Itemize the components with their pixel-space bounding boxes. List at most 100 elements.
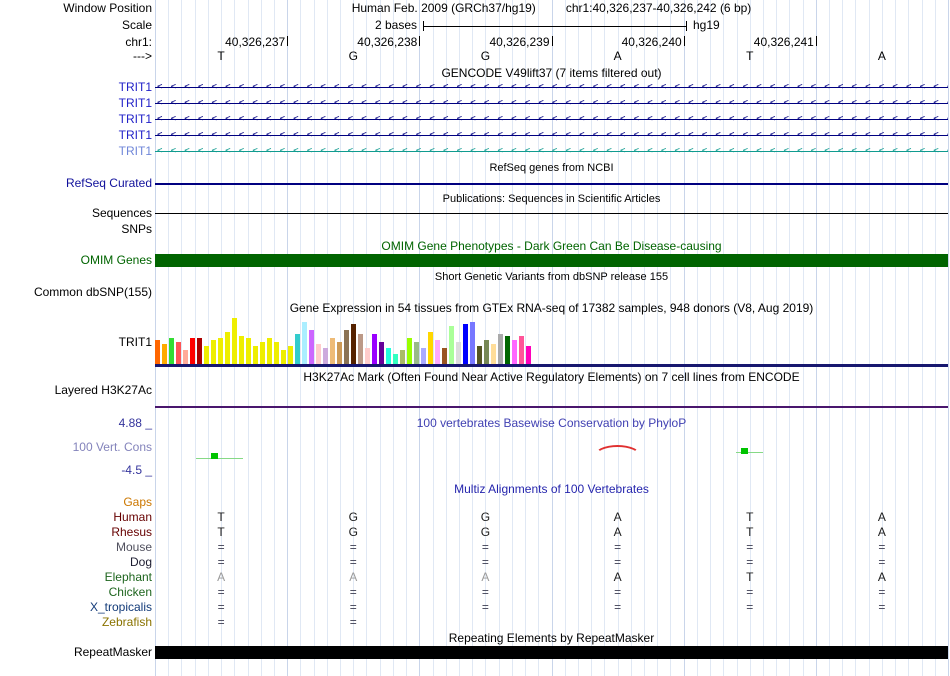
species-label-mouse[interactable]: Mouse	[116, 540, 152, 554]
gtex-tissue-bar[interactable]	[463, 324, 468, 364]
track-label-omim-genes[interactable]: OMIM Genes	[81, 253, 152, 267]
gene-label-trit1[interactable]: TRIT1	[119, 144, 152, 158]
gtex-tissue-bar[interactable]	[274, 342, 279, 364]
track-label-4-88[interactable]: 4.88 _	[119, 416, 152, 430]
gtex-tissue-bar[interactable]	[281, 350, 286, 364]
species-label-elephant[interactable]: Elephant	[105, 570, 152, 584]
gtex-tissue-bar[interactable]	[239, 336, 244, 364]
gtex-tissue-bar[interactable]	[218, 338, 223, 364]
phylop-title[interactable]: 100 vertebrates Basewise Conservation by…	[155, 416, 948, 430]
gtex-tissue-bar[interactable]	[498, 334, 503, 364]
gtex-tissue-bar[interactable]	[225, 332, 230, 364]
gtex-tissue-bar[interactable]	[253, 346, 258, 364]
gtex-tissue-bar[interactable]	[323, 348, 328, 364]
refseq-curated-line[interactable]	[155, 183, 948, 185]
gtex-tissue-bar[interactable]	[421, 348, 426, 364]
gene-transcript-row[interactable]: <<<<<<<<<<<<<<<<<<<<<<<<<<<<<<<<<<<<<<<<…	[155, 143, 948, 159]
repeatmasker-bar[interactable]	[155, 646, 948, 659]
gtex-tissue-bar[interactable]	[267, 338, 272, 364]
gtex-tissue-bar[interactable]	[393, 354, 398, 364]
gtex-tissue-bar[interactable]	[365, 348, 370, 364]
track-label-4-5[interactable]: -4.5 _	[121, 463, 152, 477]
species-label-chicken[interactable]: Chicken	[109, 585, 152, 599]
gtex-tissue-bar[interactable]	[400, 350, 405, 364]
sequences-line[interactable]	[155, 213, 948, 214]
gtex-title[interactable]: Gene Expression in 54 tissues from GTEx …	[155, 301, 948, 315]
gtex-tissue-bar[interactable]	[386, 348, 391, 364]
gtex-tissue-bar[interactable]	[470, 322, 475, 364]
gtex-tissue-bar[interactable]	[246, 338, 251, 364]
gtex-tissue-bar[interactable]	[190, 338, 195, 364]
gene-transcript-row[interactable]: <<<<<<<<<<<<<<<<<<<<<<<<<<<<<<<<<<<<<<<<…	[155, 79, 948, 95]
track-label-trit1[interactable]: TRIT1	[119, 335, 152, 349]
omim-genes-bar[interactable]	[155, 254, 948, 267]
gtex-tissue-bar[interactable]	[435, 340, 440, 364]
publications-title[interactable]: Publications: Sequences in Scientific Ar…	[155, 192, 948, 206]
gtex-tissue-bar[interactable]	[442, 348, 447, 364]
gtex-tissue-bar[interactable]	[414, 342, 419, 364]
gtex-tissue-bar[interactable]	[337, 342, 342, 364]
gtex-tissue-bar[interactable]	[449, 326, 454, 364]
gtex-tissue-bar[interactable]	[155, 340, 160, 364]
gene-transcript-row[interactable]: <<<<<<<<<<<<<<<<<<<<<<<<<<<<<<<<<<<<<<<<…	[155, 111, 948, 127]
gtex-tissue-bar[interactable]	[288, 346, 293, 364]
species-label-rhesus[interactable]: Rhesus	[111, 525, 152, 539]
track-label-layered-h3k27ac[interactable]: Layered H3K27Ac	[55, 383, 152, 397]
omim-title[interactable]: OMIM Gene Phenotypes - Dark Green Can Be…	[155, 239, 948, 253]
gtex-tissue-bar[interactable]	[379, 342, 384, 364]
dbsnp-title[interactable]: Short Genetic Variants from dbSNP releas…	[155, 270, 948, 284]
gtex-tissue-bar[interactable]	[211, 340, 216, 364]
track-label-sequences[interactable]: Sequences	[92, 206, 152, 220]
species-label-gaps[interactable]: Gaps	[123, 495, 152, 509]
gtex-tissue-bar[interactable]	[197, 338, 202, 364]
gtex-tissue-bar[interactable]	[316, 344, 321, 364]
gtex-tissue-bar[interactable]	[505, 336, 510, 364]
gene-label-trit1[interactable]: TRIT1	[119, 128, 152, 142]
h3k27ac-line[interactable]	[155, 406, 948, 408]
gtex-tissue-bar[interactable]	[407, 338, 412, 364]
multiz-title[interactable]: Multiz Alignments of 100 Vertebrates	[155, 482, 948, 496]
gene-label-trit1[interactable]: TRIT1	[119, 96, 152, 110]
gtex-tissue-bar[interactable]	[526, 346, 531, 364]
refseq-title[interactable]: RefSeq genes from NCBI	[155, 161, 948, 175]
gtex-tissue-bar[interactable]	[484, 340, 489, 364]
gtex-tissue-bar[interactable]	[428, 332, 433, 364]
gtex-tissue-bar[interactable]	[491, 344, 496, 364]
gtex-tissue-bar[interactable]	[260, 342, 265, 364]
gtex-tissue-bar[interactable]	[512, 340, 517, 364]
gene-label-trit1[interactable]: TRIT1	[119, 112, 152, 126]
gtex-baseline[interactable]	[155, 364, 948, 367]
gtex-tissue-bar[interactable]	[351, 324, 356, 364]
gtex-tissue-bar[interactable]	[456, 342, 461, 364]
gtex-tissue-bar[interactable]	[372, 334, 377, 364]
gtex-tissue-bar[interactable]	[344, 330, 349, 364]
gene-transcript-row[interactable]: <<<<<<<<<<<<<<<<<<<<<<<<<<<<<<<<<<<<<<<<…	[155, 127, 948, 143]
gencode-title[interactable]: GENCODE V49lift37 (7 items filtered out)	[155, 66, 948, 80]
gtex-tissue-bar[interactable]	[302, 322, 307, 364]
repeatmasker-title[interactable]: Repeating Elements by RepeatMasker	[155, 631, 948, 645]
species-label-dog[interactable]: Dog	[130, 555, 152, 569]
track-label-snps[interactable]: SNPs	[121, 222, 152, 236]
track-label-common-dbsnp-155[interactable]: Common dbSNP(155)	[34, 285, 152, 299]
gene-label-trit1[interactable]: TRIT1	[119, 80, 152, 94]
gtex-tissue-bar[interactable]	[330, 338, 335, 364]
species-label-human[interactable]: Human	[113, 510, 152, 524]
track-label-refseq-curated[interactable]: RefSeq Curated	[66, 176, 152, 190]
species-label-x-tropicalis[interactable]: X_tropicalis	[90, 600, 152, 614]
h3k27ac-title[interactable]: H3K27Ac Mark (Often Found Near Active Re…	[155, 370, 948, 384]
gtex-tissue-bar[interactable]	[183, 350, 188, 364]
gtex-tissue-bar[interactable]	[309, 330, 314, 364]
gtex-tissue-bar[interactable]	[232, 318, 237, 364]
gtex-tissue-bar[interactable]	[358, 334, 363, 364]
track-label-100-vert-cons[interactable]: 100 Vert. Cons	[73, 440, 152, 454]
gtex-tissue-bar[interactable]	[169, 338, 174, 364]
gtex-tissue-bar[interactable]	[204, 346, 209, 364]
gtex-tissue-bar[interactable]	[477, 346, 482, 364]
gene-transcript-row[interactable]: <<<<<<<<<<<<<<<<<<<<<<<<<<<<<<<<<<<<<<<<…	[155, 95, 948, 111]
track-label-repeatmasker[interactable]: RepeatMasker	[74, 645, 152, 659]
gtex-tissue-bar[interactable]	[519, 336, 524, 364]
gtex-tissue-bar[interactable]	[176, 342, 181, 364]
gtex-tissue-bar[interactable]	[162, 344, 167, 364]
species-label-zebrafish[interactable]: Zebrafish	[102, 615, 152, 629]
gtex-tissue-bar[interactable]	[295, 334, 300, 364]
